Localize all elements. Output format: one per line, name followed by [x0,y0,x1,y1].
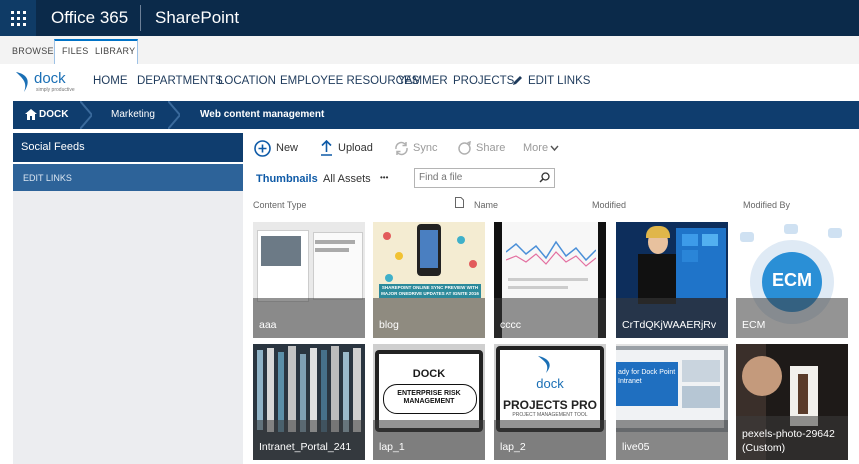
ecm-logo-text: ECM [772,270,812,290]
tile-name-suffix: (Custom) [742,442,786,454]
breadcrumb-dock[interactable]: DOCK [39,109,68,120]
view-thumbnails[interactable]: Thumbnails [256,173,318,185]
thumbnail-tile[interactable]: ady for Dock Point Intranet live05 [616,344,728,460]
tile-name: cccc [500,319,521,331]
quicklaunch-edit-links[interactable]: EDIT LINKS [13,164,243,191]
dock-logo-icon[interactable] [14,70,34,94]
more-button[interactable]: More [523,142,548,154]
file-type-icon [455,197,464,208]
tile-name: ECM [742,319,766,331]
view-all-assets[interactable]: All Assets [323,173,371,185]
sharepoint-app-title[interactable]: SharePoint [155,8,239,28]
home-icon [25,109,37,120]
tile-caption-bg [494,298,606,338]
suite-bar: Office 365 SharePoint [0,0,859,36]
site-logo-tagline: simply productive [36,87,75,93]
tile-caption-bg [736,298,848,338]
quicklaunch-social-feeds[interactable]: Social Feeds [13,133,243,162]
thumbnail-tile[interactable]: SHAREPOINT ONLINE SYNC PREVIEW WITH MAJO… [373,222,485,338]
tile-name: aaa [259,319,277,331]
new-button[interactable]: New [276,142,298,154]
tile-caption-bg [616,298,728,338]
find-file-box[interactable] [414,168,555,188]
tile-caption-bg [253,420,365,460]
column-content-type[interactable]: Content Type [253,200,306,210]
breadcrumb-separator-icon [80,101,92,129]
share-icon[interactable] [457,141,472,156]
thumbnail-tile[interactable]: Intranet_Portal_241 [253,344,365,460]
site-logo-text[interactable]: dock [34,70,66,87]
column-modified-by[interactable]: Modified By [743,200,790,210]
tile-caption-bg [494,420,606,460]
thumbnail-tile[interactable]: cccc [494,222,606,338]
tile-name: lap_2 [500,441,526,453]
nav-location[interactable]: LOCATION [218,75,276,87]
new-plus-icon[interactable] [254,140,271,157]
breadcrumb-marketing[interactable]: Marketing [111,109,155,120]
thumbnail-tile[interactable]: dock PROJECTS PRO PROJECT MANAGEMENT TOO… [494,344,606,460]
tab-files[interactable]: FILES [62,46,89,56]
nav-projects[interactable]: PROJECTS [453,75,514,87]
tile-caption-bg [616,420,728,460]
search-icon[interactable] [539,172,550,183]
tab-browse[interactable]: BROWSE [12,46,54,56]
app-launcher-icon[interactable] [0,0,36,36]
view-more-ellipsis[interactable]: ••• [380,173,388,182]
tile-name: live05 [622,441,650,453]
thumbnail-tile[interactable]: ECM ECM [736,222,848,338]
ribbon-tabs: BROWSE FILES LIBRARY [0,36,859,66]
breadcrumb-web-content[interactable]: Web content management [200,109,324,120]
tab-library[interactable]: LIBRARY [95,46,135,56]
nav-departments[interactable]: DEPARTMENTS [137,75,223,87]
upload-button[interactable]: Upload [338,142,373,154]
lap2-subtitle-text: PROJECT MANAGEMENT TOOL [512,412,588,418]
lap2-title-text: PROJECTS PRO [502,398,598,412]
nav-home[interactable]: HOME [93,75,128,87]
analytics-chart-thumbnail [506,240,596,267]
lap1-title-text: ENTERPRISE RISK MANAGEMENT [397,390,461,405]
upload-icon[interactable] [320,140,333,156]
find-file-input[interactable] [419,170,535,185]
thumbnail-tile[interactable]: pexels-photo-29642 (Custom) [736,344,848,460]
tile-caption-bg [373,298,485,338]
blog-banner-text: SHAREPOINT ONLINE SYNC PREVIEW WITH MAJO… [379,284,481,298]
tile-caption-bg [373,420,485,460]
lap1-brand-text: DOCK [412,368,446,380]
sync-button[interactable]: Sync [413,142,437,154]
suite-divider [140,5,141,31]
tile-name: pexels-photo-29642 [742,428,835,440]
share-button[interactable]: Share [476,142,505,154]
tile-name: lap_1 [379,441,405,453]
tile-name: blog [379,319,399,331]
breadcrumb-separator-icon [168,101,180,129]
quicklaunch-edit-links-label: EDIT LINKS [23,173,72,183]
column-name[interactable]: Name [474,200,498,210]
pencil-icon [513,76,522,85]
thumbnail-tile[interactable]: DOCK ENTERPRISE RISK MANAGEMENT lap_1 [373,344,485,460]
thumbnail-tile[interactable]: aaa [253,222,365,338]
thumbnail-tile[interactable]: CrTdQKjWAAERjRv [616,222,728,338]
dock-logo-icon [538,356,550,373]
tile-name: Intranet_Portal_241 [259,441,352,453]
quicklaunch-social-feeds-label: Social Feeds [21,141,85,153]
live05-banner-text: ady for Dock Point Intranet [618,369,676,385]
nav-edit-links[interactable]: EDIT LINKS [528,75,590,87]
quicklaunch-panel [13,191,243,464]
office365-brand[interactable]: Office 365 [51,8,128,28]
chevron-down-icon [550,145,559,152]
nav-yammer[interactable]: YAMMER [398,75,448,87]
column-modified[interactable]: Modified [592,200,626,210]
sync-icon[interactable] [394,141,409,156]
lap2-brand-text: dock [536,376,564,391]
tile-caption-bg [253,298,365,338]
tile-name: CrTdQKjWAAERjRv [622,319,717,331]
